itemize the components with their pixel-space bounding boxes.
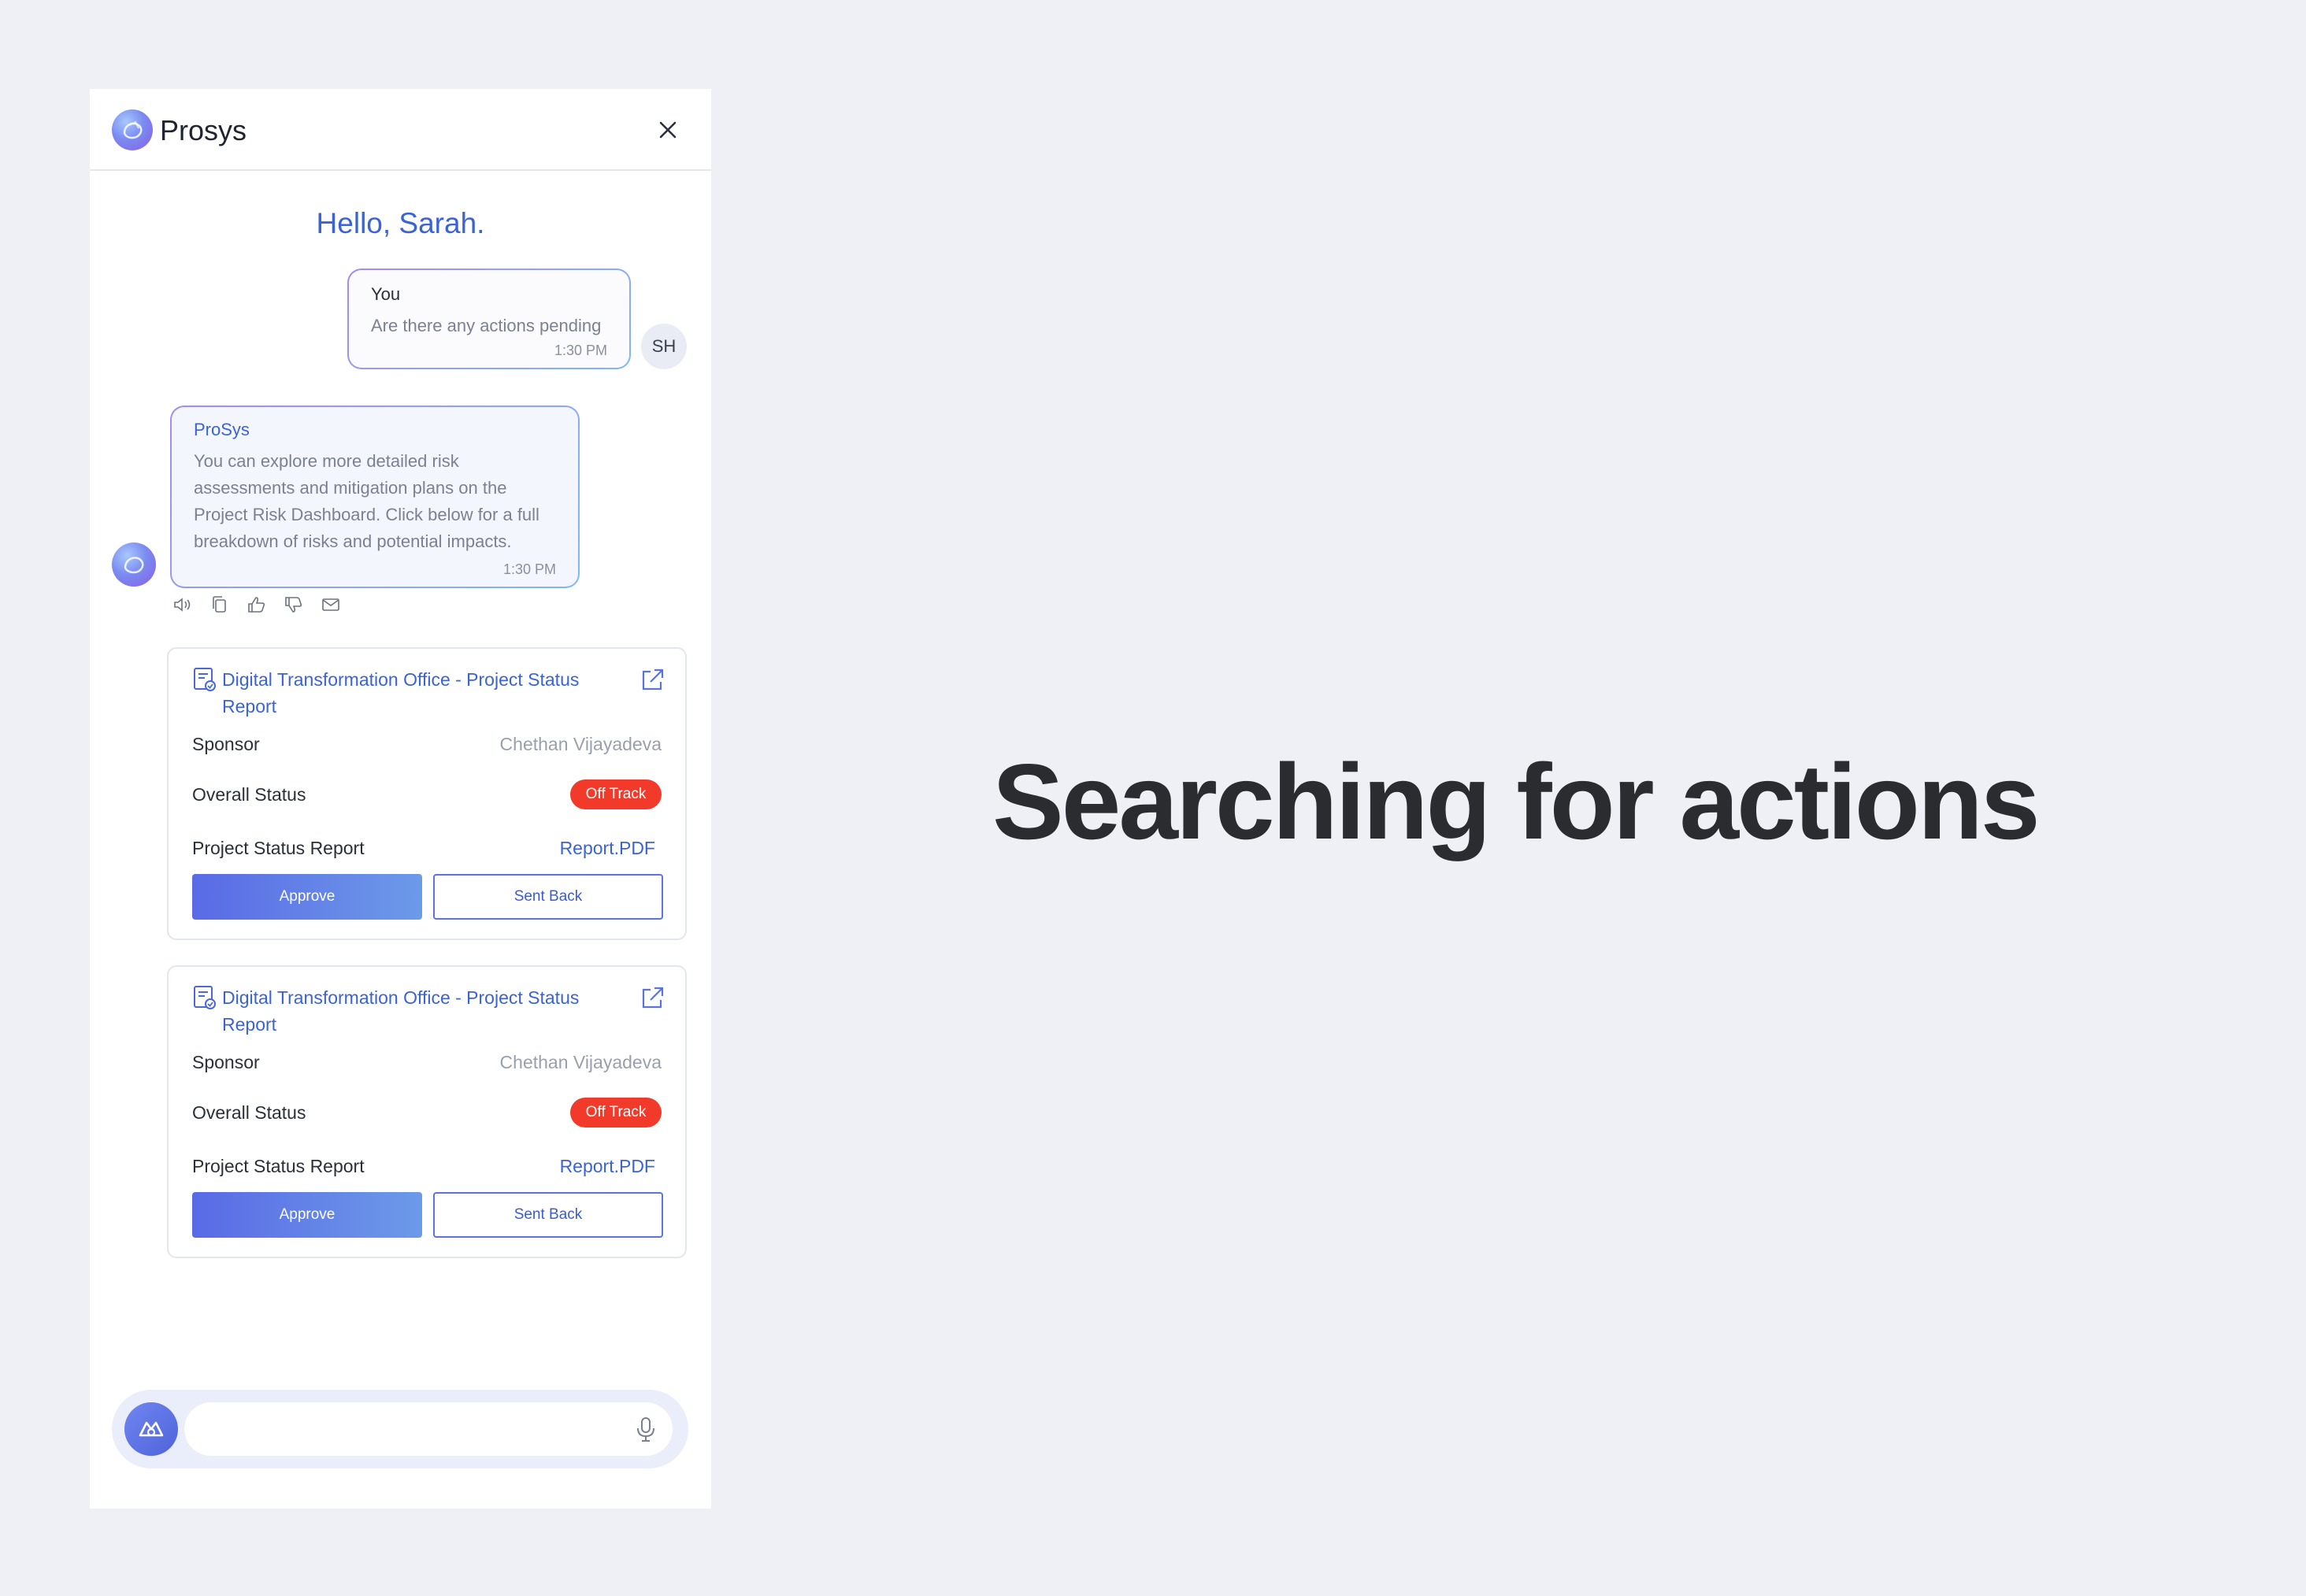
status-badge: Off Track bbox=[570, 1098, 662, 1128]
card-title[interactable]: Digital Transformation Office - Project … bbox=[222, 666, 608, 720]
status-badge: Off Track bbox=[570, 779, 662, 809]
card-title[interactable]: Digital Transformation Office - Project … bbox=[222, 984, 608, 1038]
report-label: Project Status Report bbox=[192, 1156, 365, 1176]
sent-back-button[interactable]: Sent Back bbox=[433, 1192, 663, 1238]
user-message-time: 1:30 PM bbox=[554, 343, 607, 358]
headline: Searching for actions bbox=[992, 742, 2041, 861]
thumbs-down-icon[interactable] bbox=[282, 593, 306, 617]
approve-button[interactable]: Approve bbox=[192, 1192, 422, 1238]
bot-message-time: 1:30 PM bbox=[502, 561, 556, 577]
bot-sender-label: ProSys bbox=[194, 420, 250, 439]
report-link[interactable]: Report.PDF bbox=[560, 838, 655, 859]
sent-back-button[interactable]: Sent Back bbox=[433, 874, 663, 920]
user-message-text: Are there any actions pending bbox=[371, 316, 602, 335]
approve-button[interactable]: Approve bbox=[192, 874, 422, 920]
user-avatar: SH bbox=[641, 324, 687, 369]
overall-status-label: Overall Status bbox=[192, 784, 306, 805]
external-link-icon[interactable] bbox=[638, 666, 666, 694]
chat-input[interactable] bbox=[184, 1402, 673, 1456]
overall-status-label: Overall Status bbox=[192, 1102, 306, 1123]
sponsor-value: Chethan Vijayadeva bbox=[499, 1052, 662, 1072]
bot-avatar bbox=[112, 542, 156, 587]
sponsor-label: Sponsor bbox=[192, 734, 260, 754]
assistant-icon[interactable] bbox=[124, 1402, 178, 1456]
thumbs-up-icon[interactable] bbox=[245, 593, 269, 617]
sponsor-value: Chethan Vijayadeva bbox=[499, 734, 662, 754]
user-message-bubble: You Are there any actions pending 1:30 P… bbox=[347, 268, 631, 369]
chat-header: Prosys bbox=[90, 89, 711, 171]
user-sender-label: You bbox=[371, 284, 401, 304]
prosys-logo-icon bbox=[112, 109, 153, 150]
microphone-icon[interactable] bbox=[632, 1415, 660, 1443]
document-check-icon bbox=[192, 984, 217, 1011]
report-label: Project Status Report bbox=[192, 838, 365, 858]
action-card: Digital Transformation Office - Project … bbox=[167, 965, 687, 1258]
external-link-icon[interactable] bbox=[638, 984, 666, 1013]
speaker-icon[interactable] bbox=[171, 593, 195, 617]
greeting: Hello, Sarah. bbox=[316, 207, 485, 239]
document-check-icon bbox=[192, 666, 217, 693]
close-icon[interactable] bbox=[654, 116, 682, 144]
brand-name: Prosys bbox=[160, 114, 247, 146]
chat-input-bar bbox=[112, 1390, 688, 1468]
bot-message-bubble: ProSys You can explore more detailed ris… bbox=[170, 405, 580, 588]
bot-message-text: You can explore more detailed risk asses… bbox=[194, 451, 539, 551]
sponsor-label: Sponsor bbox=[192, 1052, 260, 1072]
copy-icon[interactable] bbox=[208, 593, 232, 617]
mail-icon[interactable] bbox=[319, 593, 343, 617]
action-card: Digital Transformation Office - Project … bbox=[167, 647, 687, 940]
report-link[interactable]: Report.PDF bbox=[560, 1156, 655, 1177]
chat-panel: Prosys Hello, Sarah. You Are there any a… bbox=[90, 89, 711, 1509]
